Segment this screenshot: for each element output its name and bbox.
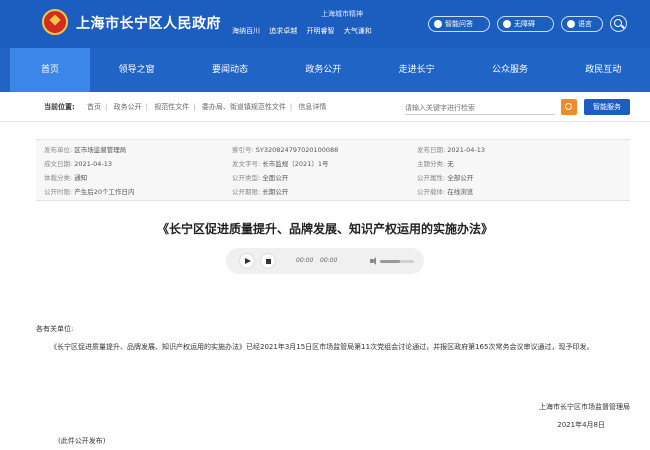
document-title: 《长宁区促进质量提升、品牌发展、知识产权运用的实施办法》	[156, 222, 493, 236]
smart-qa-label: 智能问答	[445, 20, 473, 28]
nav-item-leaders[interactable]: 领导之窗	[90, 48, 183, 92]
nav-item-home[interactable]: 首页	[10, 48, 90, 92]
addressee: 各有关单位:	[36, 325, 74, 333]
meta-created-date: 成文日期: 2021-04-13	[44, 160, 113, 168]
volume-icon[interactable]	[370, 257, 376, 265]
city-spirit-list: 海纳百川 追求卓越 开明睿智 大气谦和	[232, 26, 379, 36]
meta-publish-date: 发布日期: 2021-04-13	[417, 146, 486, 154]
meta-open-type: 公开类型: 全面公开	[232, 174, 289, 182]
meta-doc-no: 发文字号: 长市监规〔2021〕1号	[232, 160, 329, 168]
site-header: 上海市长宁区人民政府 上海城市精神 海纳百川 追求卓越 开明睿智 大气谦和 智能…	[0, 0, 650, 48]
breadcrumb-current: 信息详情	[298, 103, 327, 111]
volume-slider[interactable]	[380, 260, 414, 263]
breadcrumb-link[interactable]: 首页	[87, 103, 101, 111]
breadcrumb-link[interactable]: 委办局、街道镇规范性文件	[202, 103, 286, 111]
meta-index-no: 索引号: SY320824797020100088	[232, 146, 339, 154]
breadcrumb-link[interactable]: 政务公开	[114, 103, 142, 111]
city-spirit-item: 海纳百川	[232, 27, 260, 35]
site-title[interactable]: 上海市长宁区人民政府	[76, 13, 221, 33]
volume-fill	[380, 260, 401, 263]
national-emblem-logo	[42, 9, 68, 35]
smart-service-button[interactable]: 智能服务	[584, 99, 630, 115]
language-button[interactable]: 语言	[561, 16, 603, 32]
body-paragraph: 《长宁区促进质量提升、品牌发展、知识产权运用的实施办法》已经2021年3月15日…	[50, 343, 594, 351]
current-time: 00:00	[296, 257, 314, 264]
smart-qa-button[interactable]: 智能问答	[428, 16, 490, 32]
city-spirit-item: 大气谦和	[343, 27, 372, 35]
city-spirit-item: 开明睿智	[306, 27, 335, 35]
document-metadata: 发布单位: 区市场监督管理局 索引号: SY320824797020100088…	[36, 139, 630, 201]
stop-button[interactable]	[260, 253, 276, 269]
page: 上海市长宁区人民政府 上海城市精神 海纳百川 追求卓越 开明睿智 大气谦和 智能…	[0, 0, 650, 450]
meta-genre: 体裁分类: 通知	[44, 174, 88, 182]
breadcrumb-link[interactable]: 规范性文件	[154, 103, 189, 111]
nav-item-news[interactable]: 要闻动态	[183, 48, 276, 92]
accessibility-icon	[503, 20, 511, 28]
chat-icon	[434, 20, 442, 28]
city-spirit-title: 上海城市精神	[321, 10, 363, 18]
meta-open-time: 公开时限: 产生后20个工作日内	[44, 188, 135, 196]
meta-publisher: 发布单位: 区市场监督管理局	[44, 146, 127, 154]
meta-open-attr: 公开属性: 全部公开	[417, 174, 474, 182]
breadcrumb-label: 当前位置:	[44, 103, 75, 111]
publication-note: (此件公开发布)	[58, 437, 106, 445]
signature: 上海市长宁区市场监督管理局	[539, 403, 630, 411]
city-spirit-item: 追求卓越	[269, 27, 298, 35]
search-icon[interactable]	[561, 99, 577, 115]
sign-date: 2021年4月8日	[557, 421, 605, 429]
nav-item-interaction[interactable]: 政民互动	[557, 48, 650, 92]
duration: 00:00	[320, 257, 338, 264]
header-search-icon[interactable]	[610, 15, 627, 32]
globe-icon	[567, 20, 575, 28]
nav-item-public-services[interactable]: 公众服务	[463, 48, 556, 92]
play-button[interactable]	[239, 253, 255, 269]
main-nav: 首页 领导之窗 要闻动态 政务公开 走进长宁 公众服务 政民互动	[0, 48, 650, 92]
audio-player: 00:00 00:00	[226, 248, 424, 274]
nav-item-about-changning[interactable]: 走进长宁	[370, 48, 463, 92]
accessibility-label: 无障碍	[514, 20, 535, 28]
search-input[interactable]	[405, 101, 555, 115]
nav-item-gov-affairs[interactable]: 政务公开	[277, 48, 370, 92]
meta-topic: 主题分类: 无	[417, 160, 454, 168]
meta-open-deadline: 公开期限: 长期公开	[232, 188, 289, 196]
breadcrumb: 当前位置: 首页 | 政务公开 | 规范性文件 | 委办局、街道镇规范性文件 | 信息详…	[44, 103, 327, 111]
breadcrumb-bar: 当前位置: 首页 | 政务公开 | 规范性文件 | 委办局、街道镇规范性文件 | 信息详…	[0, 92, 650, 122]
accessibility-button[interactable]: 无障碍	[497, 16, 554, 32]
meta-open-carrier: 公开载体: 在线浏览	[417, 188, 474, 196]
language-label: 语言	[578, 20, 592, 28]
